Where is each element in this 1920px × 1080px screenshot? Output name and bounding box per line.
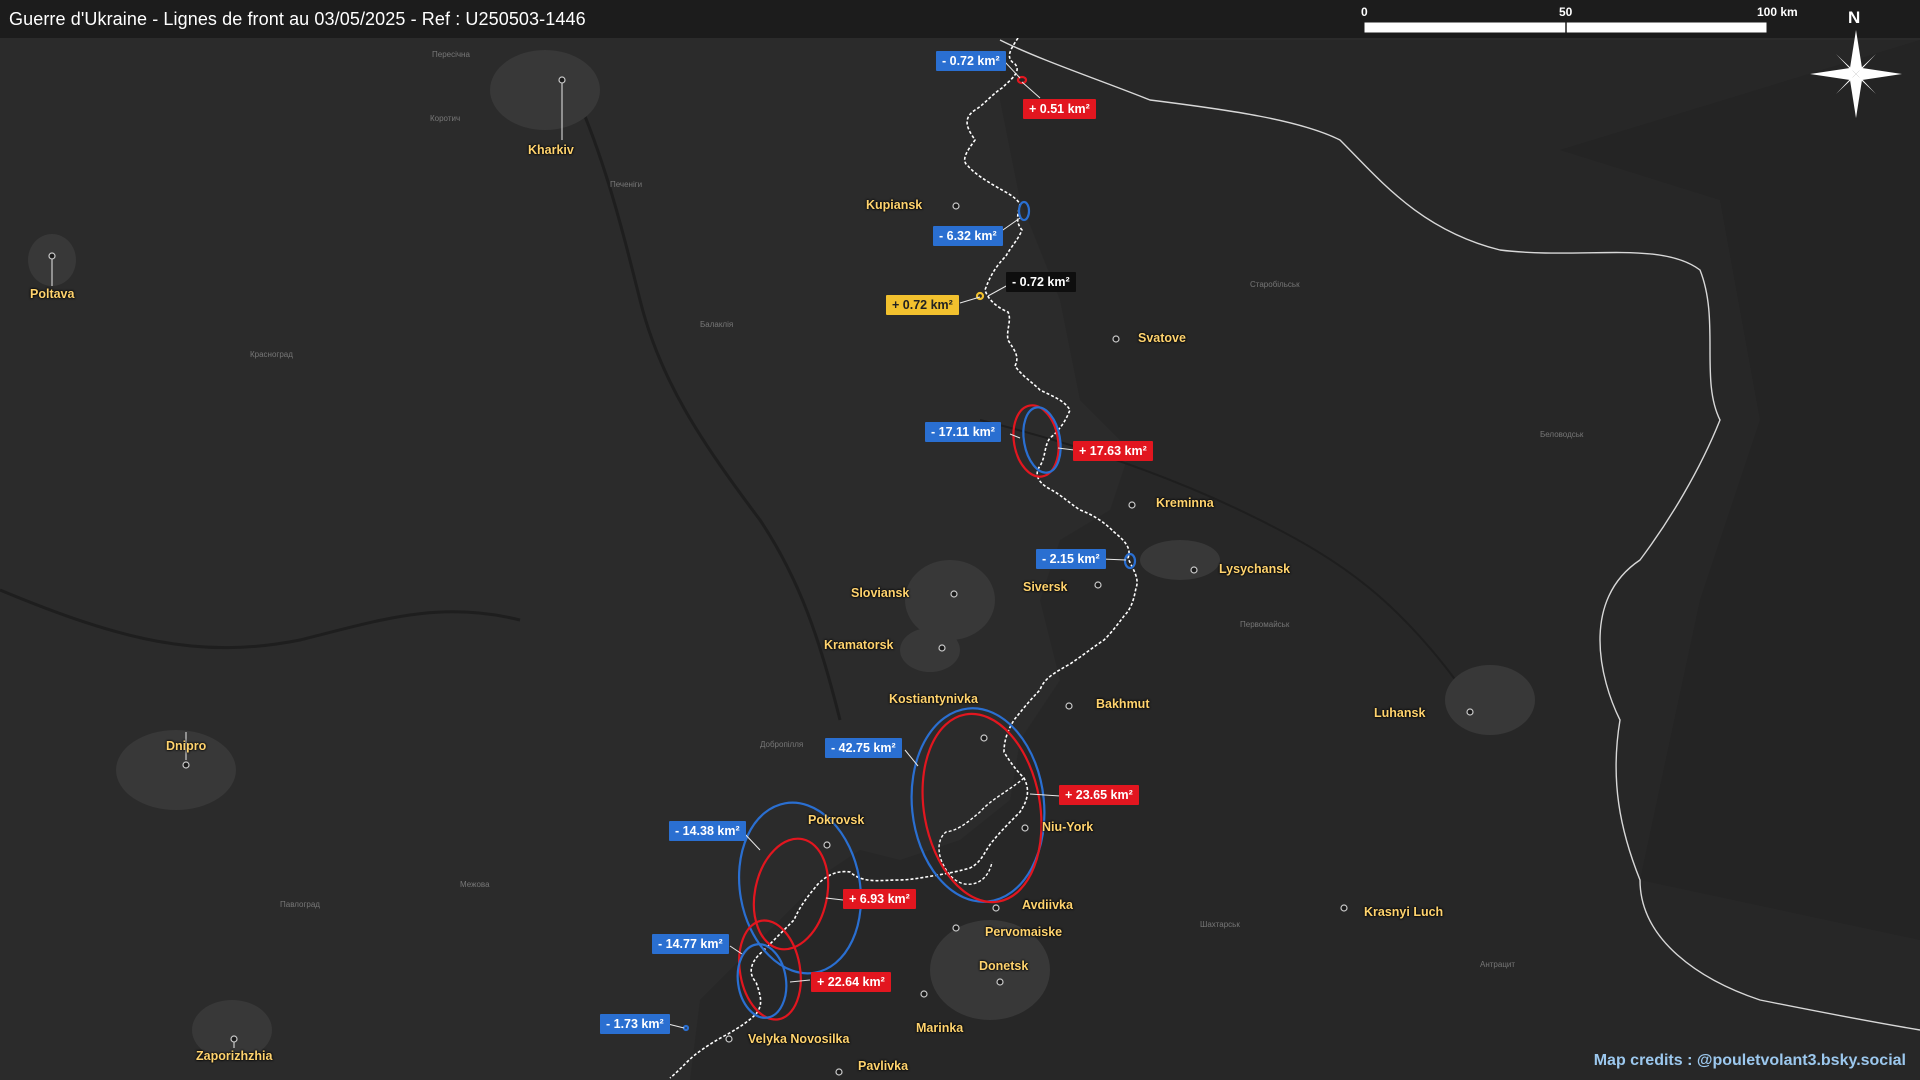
city-label-pavlivka: Pavlivka: [858, 1059, 909, 1073]
map-texture-label: Коротич: [430, 114, 461, 123]
city-label-zaporizhzhia: Zaporizhzhia: [196, 1049, 273, 1063]
map-texture-label: Шахтарськ: [1200, 920, 1240, 929]
city-label-donetsk: Donetsk: [979, 959, 1029, 973]
city-label-pervomaiske: Pervomaiske: [985, 925, 1063, 939]
city-label-luhansk: Luhansk: [1374, 706, 1426, 720]
city-label-kharkiv: Kharkiv: [528, 143, 574, 157]
map-texture-label: Первомайськ: [1240, 620, 1290, 629]
city-label-dnipro: Dnipro: [166, 739, 207, 753]
change-tag-loss: - 0.72 km²: [936, 51, 1006, 71]
city-label-kostiantynivka: Kostiantynivka: [889, 692, 978, 706]
scale-label-100: 100 km: [1757, 5, 1798, 19]
map-texture-label: Межова: [460, 880, 490, 889]
city-label-lysychansk: Lysychansk: [1219, 562, 1291, 576]
change-tag-loss: - 6.32 km²: [933, 226, 1003, 246]
change-tag-loss: - 1.73 km²: [600, 1014, 670, 1034]
scale-label-50: 50: [1559, 5, 1573, 19]
map-texture-label: Красноград: [250, 350, 293, 359]
city-label-kramatorsk: Kramatorsk: [824, 638, 894, 652]
change-tag-gain: + 17.63 km²: [1073, 441, 1153, 461]
title-bar: Guerre d'Ukraine - Lignes de front au 03…: [0, 0, 1920, 38]
change-tag-gain: + 0.51 km²: [1023, 99, 1096, 119]
map-texture-label: Печеніги: [610, 180, 643, 189]
scale-label-0: 0: [1361, 5, 1368, 19]
change-tag-neutral-loss: - 0.72 km²: [1006, 272, 1076, 292]
compass-star-icon: [1810, 30, 1902, 118]
map-credits: Map credits : @pouletvolant3.bsky.social: [1593, 1052, 1906, 1069]
city-label-niu-york: Niu-York: [1042, 820, 1094, 834]
map-title: Guerre d'Ukraine - Lignes de front au 03…: [9, 9, 586, 29]
change-tag-loss: - 42.75 km²: [825, 738, 902, 758]
change-tag-loss: - 17.11 km²: [925, 422, 1001, 442]
city-label-velyka-novosilka: Velyka Novosilka: [748, 1032, 850, 1046]
change-tag-gain: + 6.93 km²: [843, 889, 916, 909]
city-label-siversk: Siversk: [1023, 580, 1068, 594]
change-tag-neutral-gain: + 0.72 km²: [886, 295, 959, 315]
city-label-pokrovsk: Pokrovsk: [808, 813, 865, 827]
city-label-poltava: Poltava: [30, 287, 75, 301]
map-texture-label: Беловодськ: [1540, 430, 1584, 439]
city-label-sloviansk: Sloviansk: [851, 586, 910, 600]
map-stage: Пересічна Коротич Печеніги Балаклія Крас…: [0, 0, 1920, 1080]
north-arrow: N: [1806, 8, 1906, 123]
city-label-marinka: Marinka: [916, 1021, 964, 1035]
map-texture-label: Павлоград: [280, 900, 320, 909]
map-texture-label: Добропілля: [760, 740, 804, 749]
change-tag-gain: + 23.65 km²: [1059, 785, 1139, 805]
city-label-avdiivka: Avdiivka: [1022, 898, 1073, 912]
change-tag-loss: - 2.15 km²: [1036, 549, 1106, 569]
city-label-svatove: Svatove: [1138, 331, 1186, 345]
city-label-kreminna: Kreminna: [1156, 496, 1214, 510]
city-label-bakhmut: Bakhmut: [1096, 697, 1150, 711]
map-texture-label: Балаклія: [700, 320, 734, 329]
change-tag-loss: - 14.38 km²: [669, 821, 746, 841]
city-label-krasnyi-luch: Krasnyi Luch: [1364, 905, 1444, 919]
map-canvas[interactable]: [0, 0, 1920, 1080]
map-texture-label: Пересічна: [432, 50, 470, 59]
map-texture-label: Старобільськ: [1250, 280, 1300, 289]
map-texture-label: Антрацит: [1480, 960, 1516, 969]
city-label-kupiansk: Kupiansk: [866, 198, 923, 212]
change-tag-gain: + 22.64 km²: [811, 972, 891, 992]
scale-bar: [1364, 21, 1767, 34]
change-tag-loss: - 14.77 km²: [652, 934, 729, 954]
